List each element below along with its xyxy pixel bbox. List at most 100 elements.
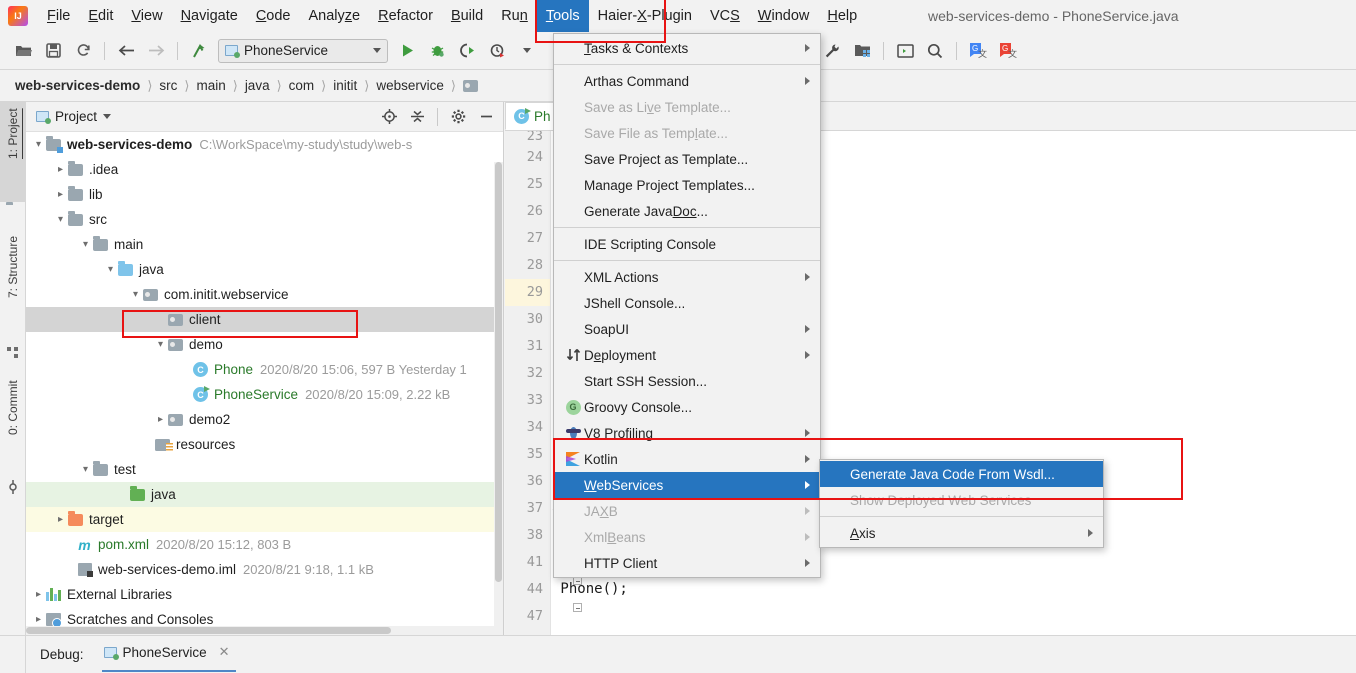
menu-build[interactable]: Build [442,3,492,29]
tree-node-pom-xml[interactable]: m pom.xml 2020/8/20 15:12, 803 B [26,532,503,557]
menu-file[interactable]: File [38,3,79,29]
tree-node-idea[interactable]: ▸ .idea [26,157,503,182]
editor-gutter[interactable]: 23 24 25 26 27 28 29 30 31 32 33 34 35 3… [505,131,551,651]
fold-marker[interactable] [573,603,582,612]
breadcrumb-item-4[interactable]: com [286,78,318,93]
menu-item-manage-project-templates[interactable]: Manage Project Templates... [554,172,820,198]
breadcrumb-item-1[interactable]: src [156,78,180,93]
chevron-down-icon[interactable]: ▾ [79,238,92,251]
run-with-coverage-icon[interactable] [454,38,480,64]
tree-node-external-libraries[interactable]: ▸ External Libraries [26,582,503,607]
menu-item-xml-actions[interactable]: XML Actions [554,264,820,290]
tree-node-resources[interactable]: resources [26,432,503,457]
chevron-down-icon[interactable]: ▾ [54,213,67,226]
profiler-dropdown-icon[interactable] [514,38,540,64]
tree-node-com-initit-webservice[interactable]: ▾ com.initit.webservice [26,282,503,307]
menu-window[interactable]: Window [749,3,819,29]
hide-panel-icon[interactable] [475,106,497,128]
menu-item-jshell-console[interactable]: JShell Console... [554,290,820,316]
tree-node-demo2[interactable]: ▸ demo2 [26,407,503,432]
tree-node-main[interactable]: ▾ main [26,232,503,257]
google-translate-blue-icon[interactable]: G文 [965,38,991,64]
tree-node-lib[interactable]: ▸ lib [26,182,503,207]
tree-node-web-services-demo[interactable]: ▾ web-services-demo C:\WorkSpace\my-stud… [26,132,503,157]
chevron-down-icon[interactable] [103,114,112,119]
chevron-down-icon[interactable]: ▾ [129,288,142,301]
menu-tools[interactable]: Tools [536,0,589,32]
tool-window-button-project[interactable]: 1: Project [0,102,26,202]
tree-node-demo[interactable]: ▾ demo [26,332,503,357]
tree-node-target[interactable]: ▸ target [26,507,503,532]
collapse-all-icon[interactable] [406,106,428,128]
tree-node-iml[interactable]: web-services-demo.iml 2020/8/21 9:18, 1.… [26,557,503,582]
menu-run[interactable]: Run [492,3,537,29]
close-icon[interactable]: ✕ [219,644,230,660]
menu-item-http-client[interactable]: HTTP Client [554,550,820,576]
tree-node-phoneservice[interactable]: C PhoneService 2020/8/20 15:09, 2.22 kB [26,382,503,407]
chevron-right-icon[interactable]: ▸ [154,413,167,426]
open-folder-icon[interactable] [10,38,36,64]
chevron-down-icon[interactable]: ▾ [104,263,117,276]
tree-node-java-main[interactable]: ▾ java [26,257,503,282]
chevron-right-icon[interactable]: ▸ [32,613,45,626]
editor-tab-phoneservice[interactable]: C Ph [505,102,560,130]
menu-haier-x-plugin[interactable]: Haier-X-Plugin [589,3,701,29]
google-translate-red-icon[interactable]: G文 [995,38,1021,64]
tree-node-client[interactable]: client [26,307,503,332]
chevron-down-icon[interactable]: ▾ [79,463,92,476]
breadcrumb-item-2[interactable]: main [193,78,228,93]
menu-item-tasks-and-contexts[interactable]: Tasks & Contexts [554,35,820,61]
menu-view[interactable]: View [122,3,171,29]
project-vertical-scrollbar[interactable] [494,162,503,632]
navigate-back-icon[interactable] [113,38,139,64]
menu-code[interactable]: Code [247,3,300,29]
menu-vcs[interactable]: VCS [701,3,749,29]
submenu-item-generate-java-code-from-wsdl[interactable]: Generate Java Code From Wsdl... [820,461,1103,487]
chevron-right-icon[interactable]: ▸ [54,163,67,176]
chevron-right-icon[interactable]: ▸ [54,188,67,201]
menu-analyze[interactable]: Analyze [300,3,370,29]
terminal-icon[interactable] [892,38,918,64]
menu-item-v8-profiling[interactable]: V8 Profiling [554,420,820,446]
tree-node-src[interactable]: ▾ src [26,207,503,232]
save-icon[interactable] [40,38,66,64]
chevron-right-icon[interactable]: ▸ [54,513,67,526]
breadcrumb-item-5[interactable]: initit [330,78,360,93]
debug-icon[interactable] [424,38,450,64]
chevron-right-icon[interactable]: ▸ [32,588,45,601]
menu-item-deployment[interactable]: Deployment [554,342,820,368]
tree-node-java-test[interactable]: java [26,482,503,507]
menu-item-webservices[interactable]: WebServices [554,472,820,498]
tree-node-test[interactable]: ▾ test [26,457,503,482]
submenu-item-axis[interactable]: Axis [820,520,1103,546]
chevron-down-icon[interactable]: ▾ [154,338,167,351]
gear-icon[interactable] [447,106,469,128]
menu-navigate[interactable]: Navigate [172,3,247,29]
tree-node-phone[interactable]: C Phone 2020/8/20 15:06, 597 B Yesterday… [26,357,503,382]
wrench-settings-icon[interactable] [819,38,845,64]
menu-edit[interactable]: Edit [79,3,122,29]
jump-to-source-icon[interactable] [186,38,212,64]
breadcrumb-item-3[interactable]: java [242,78,273,93]
chevron-down-icon[interactable]: ▾ [32,138,45,151]
menu-help[interactable]: Help [818,3,866,29]
menu-item-start-ssh-session[interactable]: Start SSH Session... [554,368,820,394]
run-configuration-selector[interactable]: PhoneService [218,38,388,63]
search-everywhere-icon[interactable] [922,38,948,64]
tool-window-button-structure[interactable]: 7: Structure [0,230,26,342]
project-structure-icon[interactable] [849,38,875,64]
menu-item-soapui[interactable]: SoapUI [554,316,820,342]
debug-tab-phoneservice[interactable]: PhoneService ✕ [101,636,236,672]
run-icon[interactable] [394,38,420,64]
breadcrumb-item-0[interactable]: web-services-demo [12,78,143,93]
project-horizontal-scrollbar[interactable] [26,626,503,635]
menu-refactor[interactable]: Refactor [369,3,442,29]
tool-window-button-commit[interactable]: 0: Commit [0,374,26,474]
menu-item-groovy-console[interactable]: G Groovy Console... [554,394,820,420]
menu-item-ide-scripting-console[interactable]: IDE Scripting Console [554,231,820,257]
sync-refresh-icon[interactable] [70,38,96,64]
breadcrumb-item-6[interactable]: webservice [373,78,447,93]
menu-item-save-project-as-template[interactable]: Save Project as Template... [554,146,820,172]
profiler-icon[interactable] [484,38,510,64]
locate-in-tree-icon[interactable] [378,106,400,128]
